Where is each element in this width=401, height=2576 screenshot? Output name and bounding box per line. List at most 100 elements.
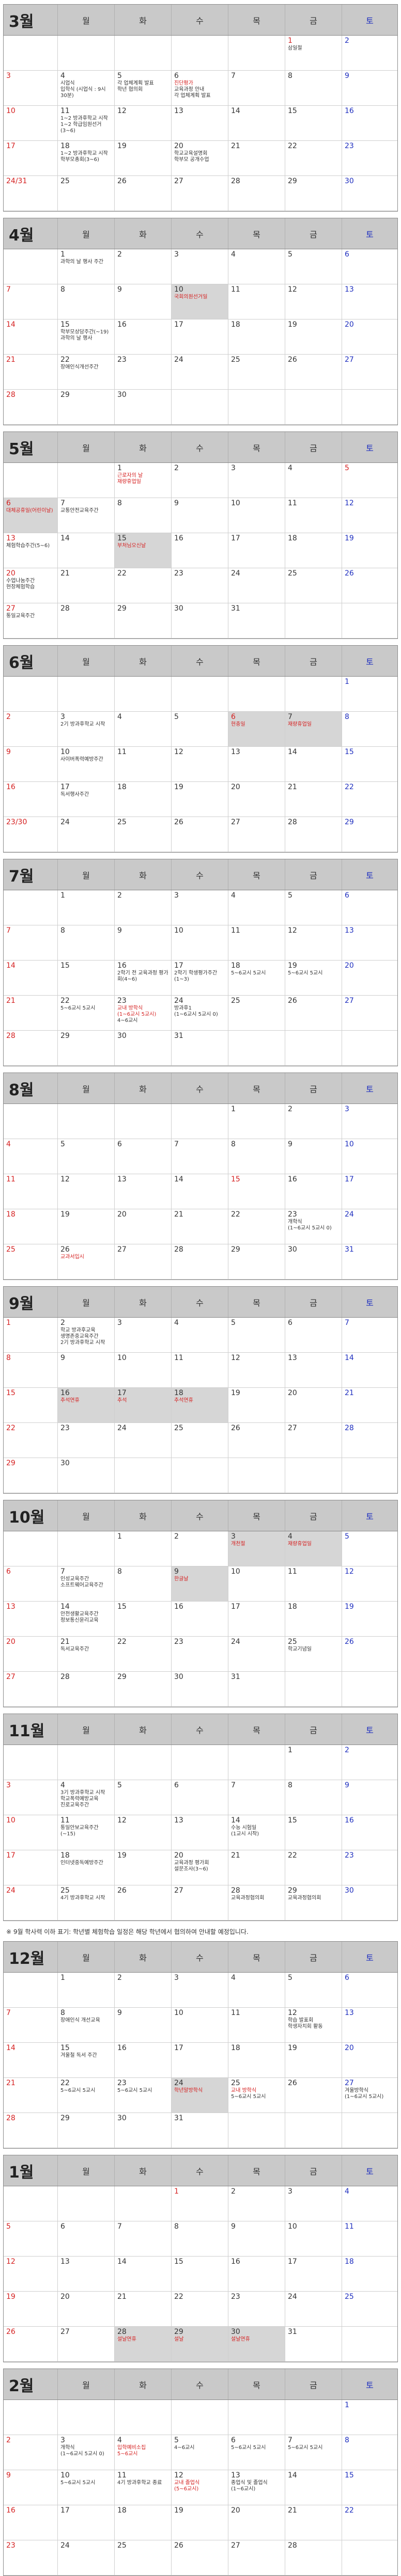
day-cell: 18 (342, 2257, 397, 2292)
weekday-label: 금 (285, 1714, 342, 1745)
day-cell: 5 (228, 1318, 285, 1353)
event-label: 현장체험학습 (6, 584, 35, 590)
day-number: 19 (117, 1851, 127, 1860)
day-number: 29 (117, 604, 127, 613)
day-cell: 3 (172, 1973, 228, 2008)
day-cell: 13 (58, 2257, 115, 2292)
day-cell: 9 (342, 71, 397, 106)
event-label: 각 업체계획 발표 (117, 81, 154, 86)
day-number: 30 (288, 1245, 297, 1254)
day-cell: 8 (172, 2221, 228, 2257)
day-cell: 2 (342, 1745, 397, 1780)
day-number: 11 (231, 926, 240, 935)
day-number: 12 (288, 285, 297, 294)
day-cell: 21 (285, 2505, 342, 2540)
day-cell: 20 수업나눔주간 현장체험학습 (4, 568, 58, 603)
event-label: 학습 발표회 (288, 2018, 314, 2023)
day-cell: 23/30 (4, 817, 58, 852)
day-number: 29 (231, 1245, 240, 1254)
holiday-label: 재량휴업일 (288, 722, 312, 727)
day-cell: 25 (115, 2540, 172, 2575)
day-cell: 13 (115, 1174, 172, 1209)
event-label: 겨울철 독서 주간 (60, 2053, 97, 2058)
event-label: 5~6교시 5교시 (117, 2088, 152, 2093)
month-grid: 1 2 3 4 3기 방과후학교 시작 학교폭력예방교육 진로교육주간 5 6 7 8 9 10 11 통일… (4, 1745, 397, 1921)
day-cell: 3 (4, 1780, 58, 1815)
day-number: 24 (60, 818, 70, 826)
day-number: 20 (345, 321, 354, 329)
day-number: 4 (231, 891, 236, 900)
weekday-label: 토 (366, 15, 374, 26)
day-number: 13 (174, 107, 183, 115)
day-number: 6 (231, 2436, 236, 2444)
day-number: 22 (117, 569, 127, 578)
day-cell: 24 (58, 2540, 115, 2575)
weekday-label: 화 (115, 1287, 172, 1317)
day-number: 2 (117, 250, 122, 259)
day-number: 10 (117, 1354, 127, 1362)
day-number: 17 (345, 1175, 354, 1183)
day-number: 7 (6, 2009, 11, 2017)
day-cell: 25 (58, 176, 115, 211)
school-calendar: 3월 월 화 수 목 금 토 1 삼일절 2 3 4 시업식 입학식 (시업식 : 9시 30분) 5 각 업… (0, 0, 401, 2576)
day-cell: 12 (172, 747, 228, 782)
day-cell: 12 (342, 498, 397, 533)
day-number: 5 (288, 1974, 292, 1982)
day-cell: 5각 업체계획 발표 학년 협의회 (115, 71, 172, 106)
day-number: 20 (231, 2506, 240, 2515)
day-cell: 3 (172, 249, 228, 284)
weekday-label: 화 (115, 1073, 172, 1103)
holiday-label: 근로자의 날 (117, 473, 143, 478)
event-label: 2학기 전 교육과정 평가회(4~6) (117, 970, 168, 982)
day-cell: 5 (172, 712, 228, 747)
event-label: 생명존중교육주간 (60, 1334, 99, 1339)
day-cell: 5 (342, 1531, 397, 1566)
weekday-label: 수 (172, 2155, 228, 2186)
day-cell: 2 (4, 2435, 58, 2470)
day-cell: 2 (172, 1531, 228, 1566)
weekday-label: 월 (58, 859, 115, 890)
day-cell: 2 (285, 1104, 342, 1139)
event-label: 정보통신윤리교육 (60, 1618, 99, 1623)
event-label: 교육과정협의회 (288, 1895, 321, 1901)
day-number: 16 (60, 1389, 70, 1397)
month-block: 2월 월 화 수 목 금 토 1 2 3 개학식 (1~6교시 5교시 0) 4 입학예비소집 5~6교시 5… (3, 2369, 398, 2576)
holiday-label: 교내 방학식 (231, 2088, 257, 2093)
day-number: 29 (60, 1032, 70, 1040)
day-cell: 29 (58, 1031, 115, 1066)
day-number: 26 (174, 818, 183, 826)
holiday-label: 재량휴업일 (117, 479, 141, 485)
day-number: 20 (345, 962, 354, 970)
day-number: 12 (288, 926, 297, 935)
event-label: 5~6교시 5교시 (60, 2480, 96, 2486)
day-cell: 27 (342, 355, 397, 390)
holiday-label: 대체공휴일(어린이날) (6, 508, 53, 514)
day-cell: 16 (172, 533, 228, 568)
day-cell: 24/31 (4, 176, 58, 211)
weekday-label: 금 (285, 5, 342, 35)
month-header: 12월 월 화 수 목 금 토 (4, 1942, 397, 1973)
day-cell: 25 (4, 1244, 58, 1279)
day-cell (172, 36, 228, 71)
day-number: 23 (117, 356, 127, 364)
event-label: 교육과정협의회 (231, 1895, 265, 1901)
day-number: 13 (60, 2258, 70, 2266)
day-cell: 3 (172, 890, 228, 925)
day-cell: 3 (285, 2186, 342, 2221)
day-number: 1 (117, 464, 122, 472)
day-number: 25 (60, 177, 70, 185)
day-number: 6 (6, 1567, 11, 1576)
day-number: 11 (345, 2222, 354, 2231)
day-number: 5 (345, 464, 349, 472)
day-cell: 18 (285, 1602, 342, 1637)
month-header: 6월 월 화 수 목 금 토 (4, 646, 397, 677)
day-number: 8 (60, 2009, 65, 2017)
day-cell (58, 36, 115, 71)
day-number: 17 (231, 1603, 240, 1611)
day-number: 28 (6, 2114, 16, 2122)
weekday-label: 토 (366, 1725, 374, 1735)
day-cell: 23 (4, 2540, 58, 2575)
event-label: (1~6교시) (231, 2486, 256, 2492)
day-number: 20 (174, 142, 183, 150)
event-label: (1~6교시 5교시 0) (60, 2451, 104, 2457)
